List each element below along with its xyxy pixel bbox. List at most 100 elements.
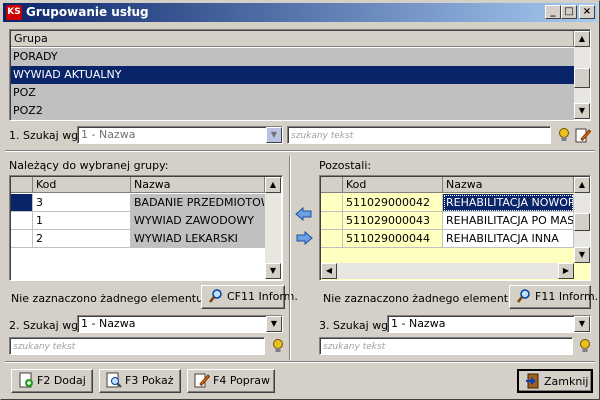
row-indicator[interactable] [321,194,343,212]
maximize-button[interactable]: □ [561,5,577,19]
left-cell-kod[interactable]: 3 [33,194,131,212]
search1-combo[interactable]: 1 - Nazwa ▼ [77,126,283,144]
search1-placeholder: szukany tekst [291,131,354,141]
right-hscrollbar[interactable]: ◀ ▶ [321,263,574,279]
search1-input[interactable]: szukany tekst [287,126,551,144]
group-item[interactable]: PORADY [11,48,574,66]
left-info-label: CF11 Inform. [227,290,298,303]
edit-button[interactable]: F4 Popraw [187,369,275,393]
search1-label: 1. Szukaj wg: [9,129,82,142]
chevron-down-icon[interactable]: ▼ [266,316,282,332]
search3-combo[interactable]: 1 - Nazwa ▼ [387,315,591,333]
bulb-icon[interactable] [557,127,571,143]
window-title: Grupowanie usług [26,5,149,19]
right-cell-kod[interactable]: 511029000044 [343,230,443,248]
right-col-nazwa[interactable]: Nazwa [443,177,574,193]
groups-header[interactable]: Grupa [11,31,574,47]
row-indicator[interactable] [321,212,343,230]
right-info-label: F11 Inform. [535,290,599,303]
app-icon: KS [6,5,22,20]
right-grid[interactable]: Kod Nazwa 511029000042 REHABILITACJA NOW… [319,175,591,281]
arrow-left-icon[interactable] [295,206,313,222]
window: KS Grupowanie usług _ □ × Grupa PORADY W… [0,0,600,400]
row-indicator[interactable] [11,212,33,230]
divider [5,150,595,152]
show-button[interactable]: F3 Pokaż [99,369,181,393]
chevron-down-icon[interactable]: ▼ [574,316,590,332]
left-panel-title: Należący do wybranej grupy: [9,159,169,172]
left-cell-kod[interactable]: 1 [33,212,131,230]
groups-scrollbar[interactable]: ▲ ▼ [574,31,590,119]
scroll-down-icon[interactable]: ▼ [574,247,590,263]
divider [289,156,291,360]
close-label: Zamknij [544,375,589,388]
left-status: Nie zaznaczono żadnego elementu [11,292,204,305]
search3-value: 1 - Nazwa [391,317,446,330]
left-cell-kod[interactable]: 2 [33,230,131,248]
right-cell-kod[interactable]: 511029000042 [343,194,443,212]
left-indicator-header [11,177,33,193]
edit-icon [194,372,211,388]
minimize-button[interactable]: _ [545,5,561,19]
search1-value: 1 - Nazwa [81,128,136,141]
right-panel-title: Pozostali: [319,159,372,172]
group-item[interactable]: POZ [11,84,574,102]
add-button[interactable]: F2 Dodaj [11,369,93,393]
title-bar[interactable]: KS Grupowanie usług _ □ × [3,3,597,22]
scroll-up-icon[interactable]: ▲ [574,31,590,47]
exit-door-icon [525,373,541,389]
search3-placeholder: szukany tekst [323,342,386,352]
right-cell-kod[interactable]: 511029000043 [343,212,443,230]
left-col-kod[interactable]: Kod [33,177,131,193]
groups-list[interactable]: Grupa PORADY WYWIAD AKTUALNY POZ POZ2 ▲ … [9,29,591,121]
magnifier-icon [208,288,224,304]
right-status: Nie zaznaczono żadnego elementu [323,292,516,305]
scroll-down-icon[interactable]: ▼ [265,263,281,279]
add-label: F2 Dodaj [37,374,86,387]
right-cell-nazwa[interactable]: REHABILITACJA INNA [443,230,574,248]
bulb-icon[interactable] [578,338,592,354]
row-indicator[interactable] [11,194,33,212]
scroll-up-icon[interactable]: ▲ [265,177,281,193]
search2-input[interactable]: szukany tekst [9,337,265,355]
chevron-down-icon[interactable]: ▼ [266,127,282,143]
right-cell-nazwa-selected[interactable]: REHABILITACJA NOWOR [443,194,574,212]
group-item[interactable]: POZ2 [11,102,574,120]
left-info-button[interactable]: CF11 Inform. [201,285,298,309]
left-cell-nazwa[interactable]: BADANIE PRZEDMIOTOW [131,194,265,212]
row-indicator[interactable] [11,230,33,248]
left-cell-nazwa[interactable]: WYWIAD LEKARSKI [131,230,265,248]
right-cell-nazwa[interactable]: REHABILITACJA PO MAST [443,212,574,230]
search2-combo[interactable]: 1 - Nazwa ▼ [77,315,283,333]
scroll-up-icon[interactable]: ▲ [574,177,590,193]
right-indicator-header [321,177,343,193]
scroll-down-icon[interactable]: ▼ [574,103,590,119]
row-indicator[interactable] [321,230,343,248]
arrow-right-icon[interactable] [295,230,313,246]
edit-label: F4 Popraw [213,374,271,387]
scroll-thumb[interactable] [574,68,590,88]
edit-icon[interactable] [575,127,592,143]
close-button[interactable]: Zamknij [517,369,593,393]
close-window-button[interactable]: × [579,5,595,19]
left-grid[interactable]: Kod Nazwa 3 BADANIE PRZEDMIOTOW 1 WYWIAD… [9,175,283,281]
scroll-right-icon[interactable]: ▶ [558,263,574,279]
right-col-kod[interactable]: Kod [343,177,443,193]
search3-input[interactable]: szukany tekst [319,337,573,355]
left-scrollbar[interactable]: ▲ ▼ [265,177,281,279]
scroll-thumb[interactable] [574,213,590,231]
scroll-left-icon[interactable]: ◀ [321,263,337,279]
group-item-selected[interactable]: WYWIAD AKTUALNY [11,66,574,84]
left-cell-nazwa[interactable]: WYWIAD ZAWODOWY [131,212,265,230]
search2-value: 1 - Nazwa [81,317,136,330]
right-info-button[interactable]: F11 Inform. [509,285,598,309]
search2-label: 2. Szukaj wg: [9,319,82,332]
preview-icon [106,372,122,388]
bulb-icon[interactable] [271,338,285,354]
search2-placeholder: szukany tekst [13,342,76,352]
search3-label: 3. Szukaj wg: [319,319,392,332]
right-scrollbar[interactable]: ▲ ▼ [574,177,590,263]
show-label: F3 Pokaż [125,374,174,387]
left-col-nazwa[interactable]: Nazwa [131,177,265,193]
magnifier-icon [516,288,532,304]
